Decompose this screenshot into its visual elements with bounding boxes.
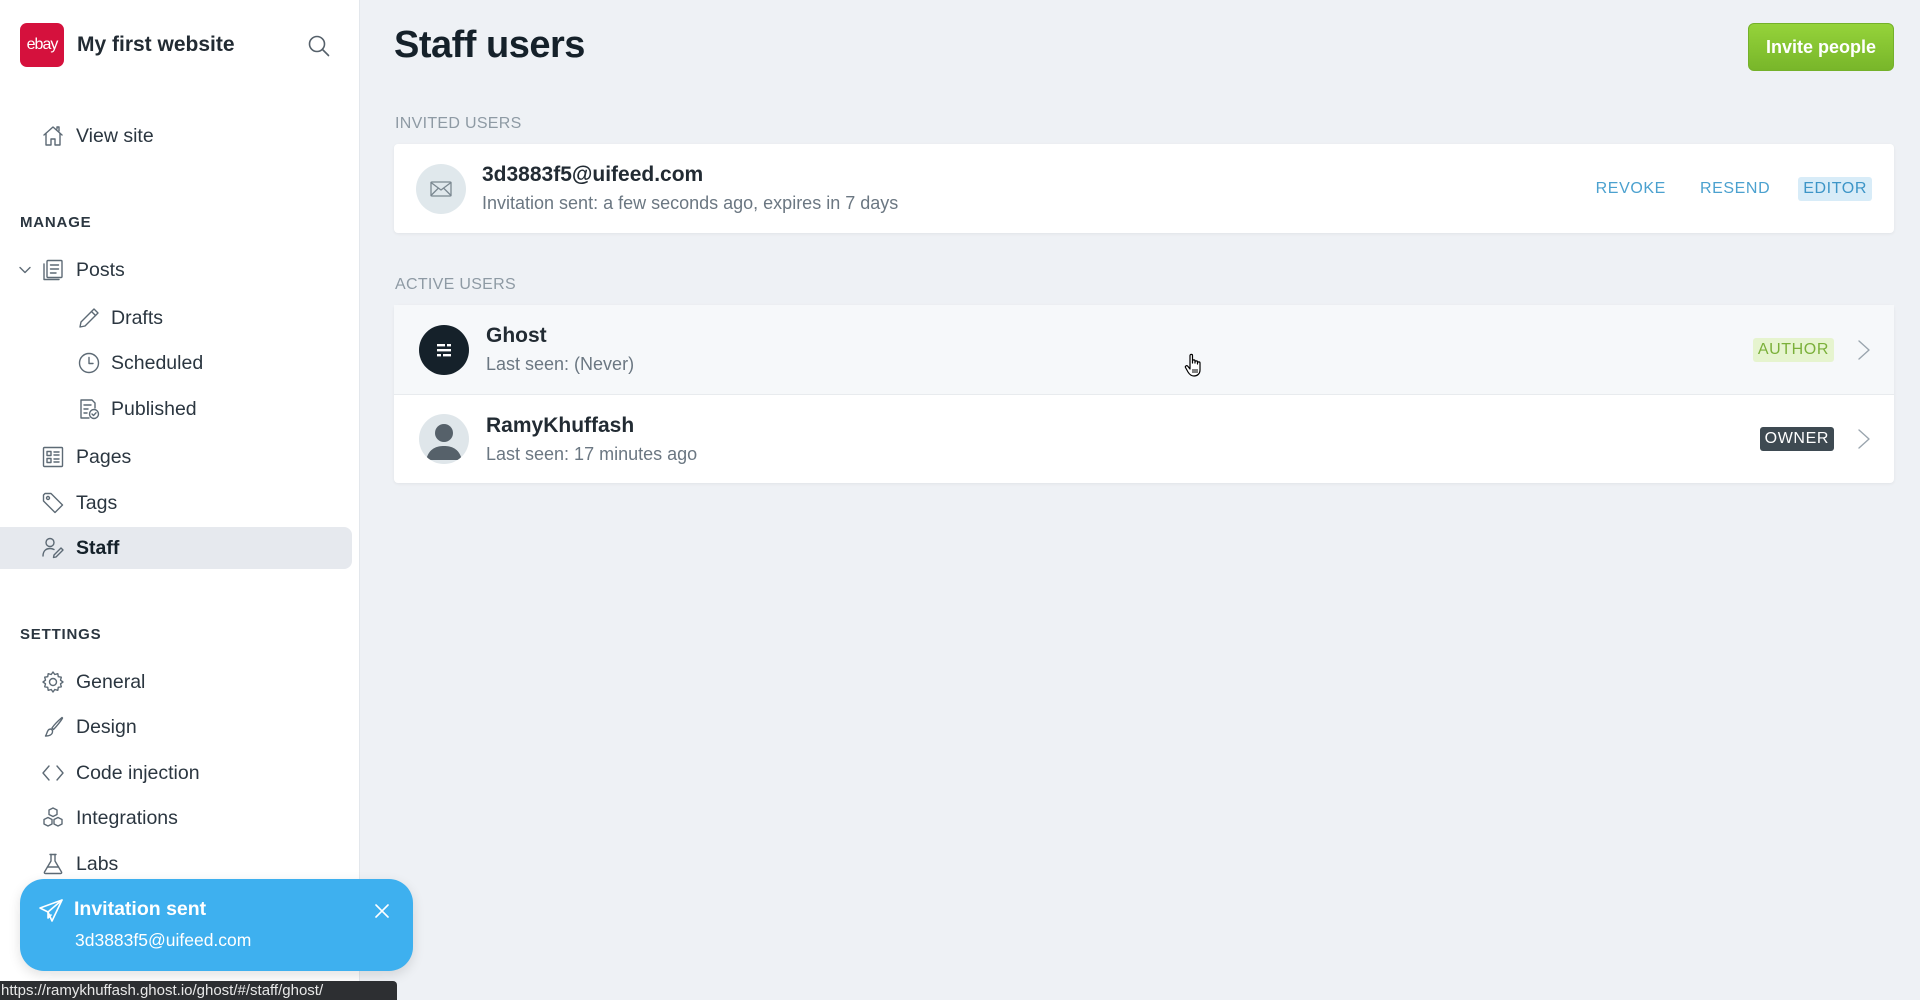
invite-avatar <box>416 163 466 214</box>
user-role-area: Author <box>1752 337 1872 362</box>
nav-code-injection[interactable]: Code injection <box>0 752 352 794</box>
role-badge-editor: Editor <box>1798 176 1872 201</box>
ghost-logo-icon <box>437 343 451 356</box>
brush-icon <box>41 715 65 739</box>
nav-design[interactable]: Design <box>0 706 352 748</box>
nav-published[interactable]: Published <box>0 388 352 430</box>
flask-icon <box>41 852 65 876</box>
invite-info: 3d3883f5@uifeed.com Invitation sent: a f… <box>482 163 898 214</box>
nav-label: Posts <box>76 258 125 281</box>
revoke-button[interactable]: Revoke <box>1596 180 1666 198</box>
section-title-settings: SETTINGS <box>20 626 102 643</box>
user-info: RamyKhuffash Last seen: 17 minutes ago <box>486 414 697 465</box>
user-row-ghost[interactable]: Ghost Last seen: (Never) Author <box>394 305 1894 394</box>
invited-users-list: 3d3883f5@uifeed.com Invitation sent: a f… <box>394 144 1894 233</box>
nav-label: Labs <box>76 852 119 875</box>
user-role-area: Owner <box>1759 427 1872 451</box>
search-button[interactable] <box>305 32 333 60</box>
main-content: Staff users Invite people Invited users … <box>361 0 1920 1000</box>
nav-label: Tags <box>76 491 118 514</box>
chevron-down-icon[interactable] <box>18 263 32 277</box>
resend-button[interactable]: Resend <box>1700 180 1770 198</box>
sidebar: ebay My first website View site MANAGE P… <box>0 0 360 1000</box>
notification-toast: Invitation sent 3d3883f5@uifeed.com <box>20 879 413 971</box>
nav-view-site[interactable]: View site <box>0 115 352 157</box>
user-last-seen: Last seen: (Never) <box>486 354 635 374</box>
nav-pages[interactable]: Pages <box>0 436 352 478</box>
invite-email: 3d3883f5@uifeed.com <box>482 163 704 186</box>
pages-icon <box>41 445 65 469</box>
site-title: My first website <box>77 33 235 56</box>
toast-title: Invitation sent <box>74 898 207 920</box>
nav-tags[interactable]: Tags <box>0 482 352 524</box>
user-last-seen: Last seen: 17 minutes ago <box>486 443 698 464</box>
nav-label: View site <box>76 124 154 147</box>
role-badge-owner: Owner <box>1759 427 1834 451</box>
nav-label: General <box>76 670 146 693</box>
chevron-right-icon[interactable] <box>1856 427 1872 451</box>
code-icon <box>41 761 65 785</box>
status-bar-url: https://ramykhuffash.ghost.io/ghost/#/st… <box>0 981 397 1000</box>
page-title: Staff users <box>394 24 585 66</box>
user-name: RamyKhuffash <box>486 413 635 437</box>
user-info: Ghost Last seen: (Never) <box>486 324 634 375</box>
invite-people-button[interactable]: Invite people <box>1748 23 1894 71</box>
published-icon <box>77 397 101 421</box>
toast-message: 3d3883f5@uifeed.com <box>75 930 252 950</box>
nav-label: Drafts <box>111 306 164 329</box>
cubes-icon <box>41 806 65 830</box>
staff-icon <box>41 536 65 560</box>
chevron-right-icon[interactable] <box>1856 338 1872 362</box>
nav-label: Scheduled <box>111 351 204 374</box>
invited-user-row: 3d3883f5@uifeed.com Invitation sent: a f… <box>394 144 1894 233</box>
toast-close-button[interactable] <box>371 900 393 922</box>
hand-cursor-icon <box>1184 353 1201 377</box>
nav-posts[interactable]: Posts <box>0 249 352 291</box>
user-row-ramykhuffash[interactable]: RamyKhuffash Last seen: 17 minutes ago O… <box>394 394 1894 483</box>
nav-label: Pages <box>76 445 132 468</box>
active-users-label: Active users <box>395 276 516 293</box>
mail-icon <box>430 180 452 197</box>
nav-general[interactable]: General <box>0 661 352 703</box>
search-icon <box>308 35 330 57</box>
nav-drafts[interactable]: Drafts <box>0 297 352 339</box>
nav-label: Published <box>111 397 197 420</box>
nav-label: Staff <box>76 536 120 559</box>
clock-icon <box>77 351 101 375</box>
nav-integrations[interactable]: Integrations <box>0 797 352 839</box>
avatar <box>419 324 469 375</box>
home-icon <box>41 124 65 148</box>
invited-users-label: Invited users <box>395 115 522 132</box>
tag-icon <box>41 491 65 515</box>
site-logo: ebay <box>20 23 64 67</box>
active-users-list: Ghost Last seen: (Never) Author RamyKhuf… <box>394 305 1894 483</box>
nav-label: Code injection <box>76 761 200 784</box>
site-brand[interactable]: ebay My first website <box>20 23 235 67</box>
nav-label: Integrations <box>76 806 178 829</box>
gear-icon <box>41 670 65 694</box>
user-placeholder-icon <box>426 424 462 460</box>
nav-staff[interactable]: Staff <box>0 527 352 569</box>
posts-icon <box>41 258 65 282</box>
nav-label: Design <box>76 715 137 738</box>
paper-plane-icon <box>39 899 63 922</box>
avatar <box>419 414 469 464</box>
close-icon <box>375 904 389 918</box>
nav-scheduled[interactable]: Scheduled <box>0 342 352 384</box>
pencil-icon <box>77 306 101 330</box>
section-title-manage: MANAGE <box>20 214 92 231</box>
invite-actions: Revoke Resend Editor <box>1562 176 1872 201</box>
user-name: Ghost <box>486 324 547 347</box>
role-badge-author: Author <box>1752 337 1834 362</box>
invite-status: Invitation sent: a few seconds ago, expi… <box>482 193 899 213</box>
